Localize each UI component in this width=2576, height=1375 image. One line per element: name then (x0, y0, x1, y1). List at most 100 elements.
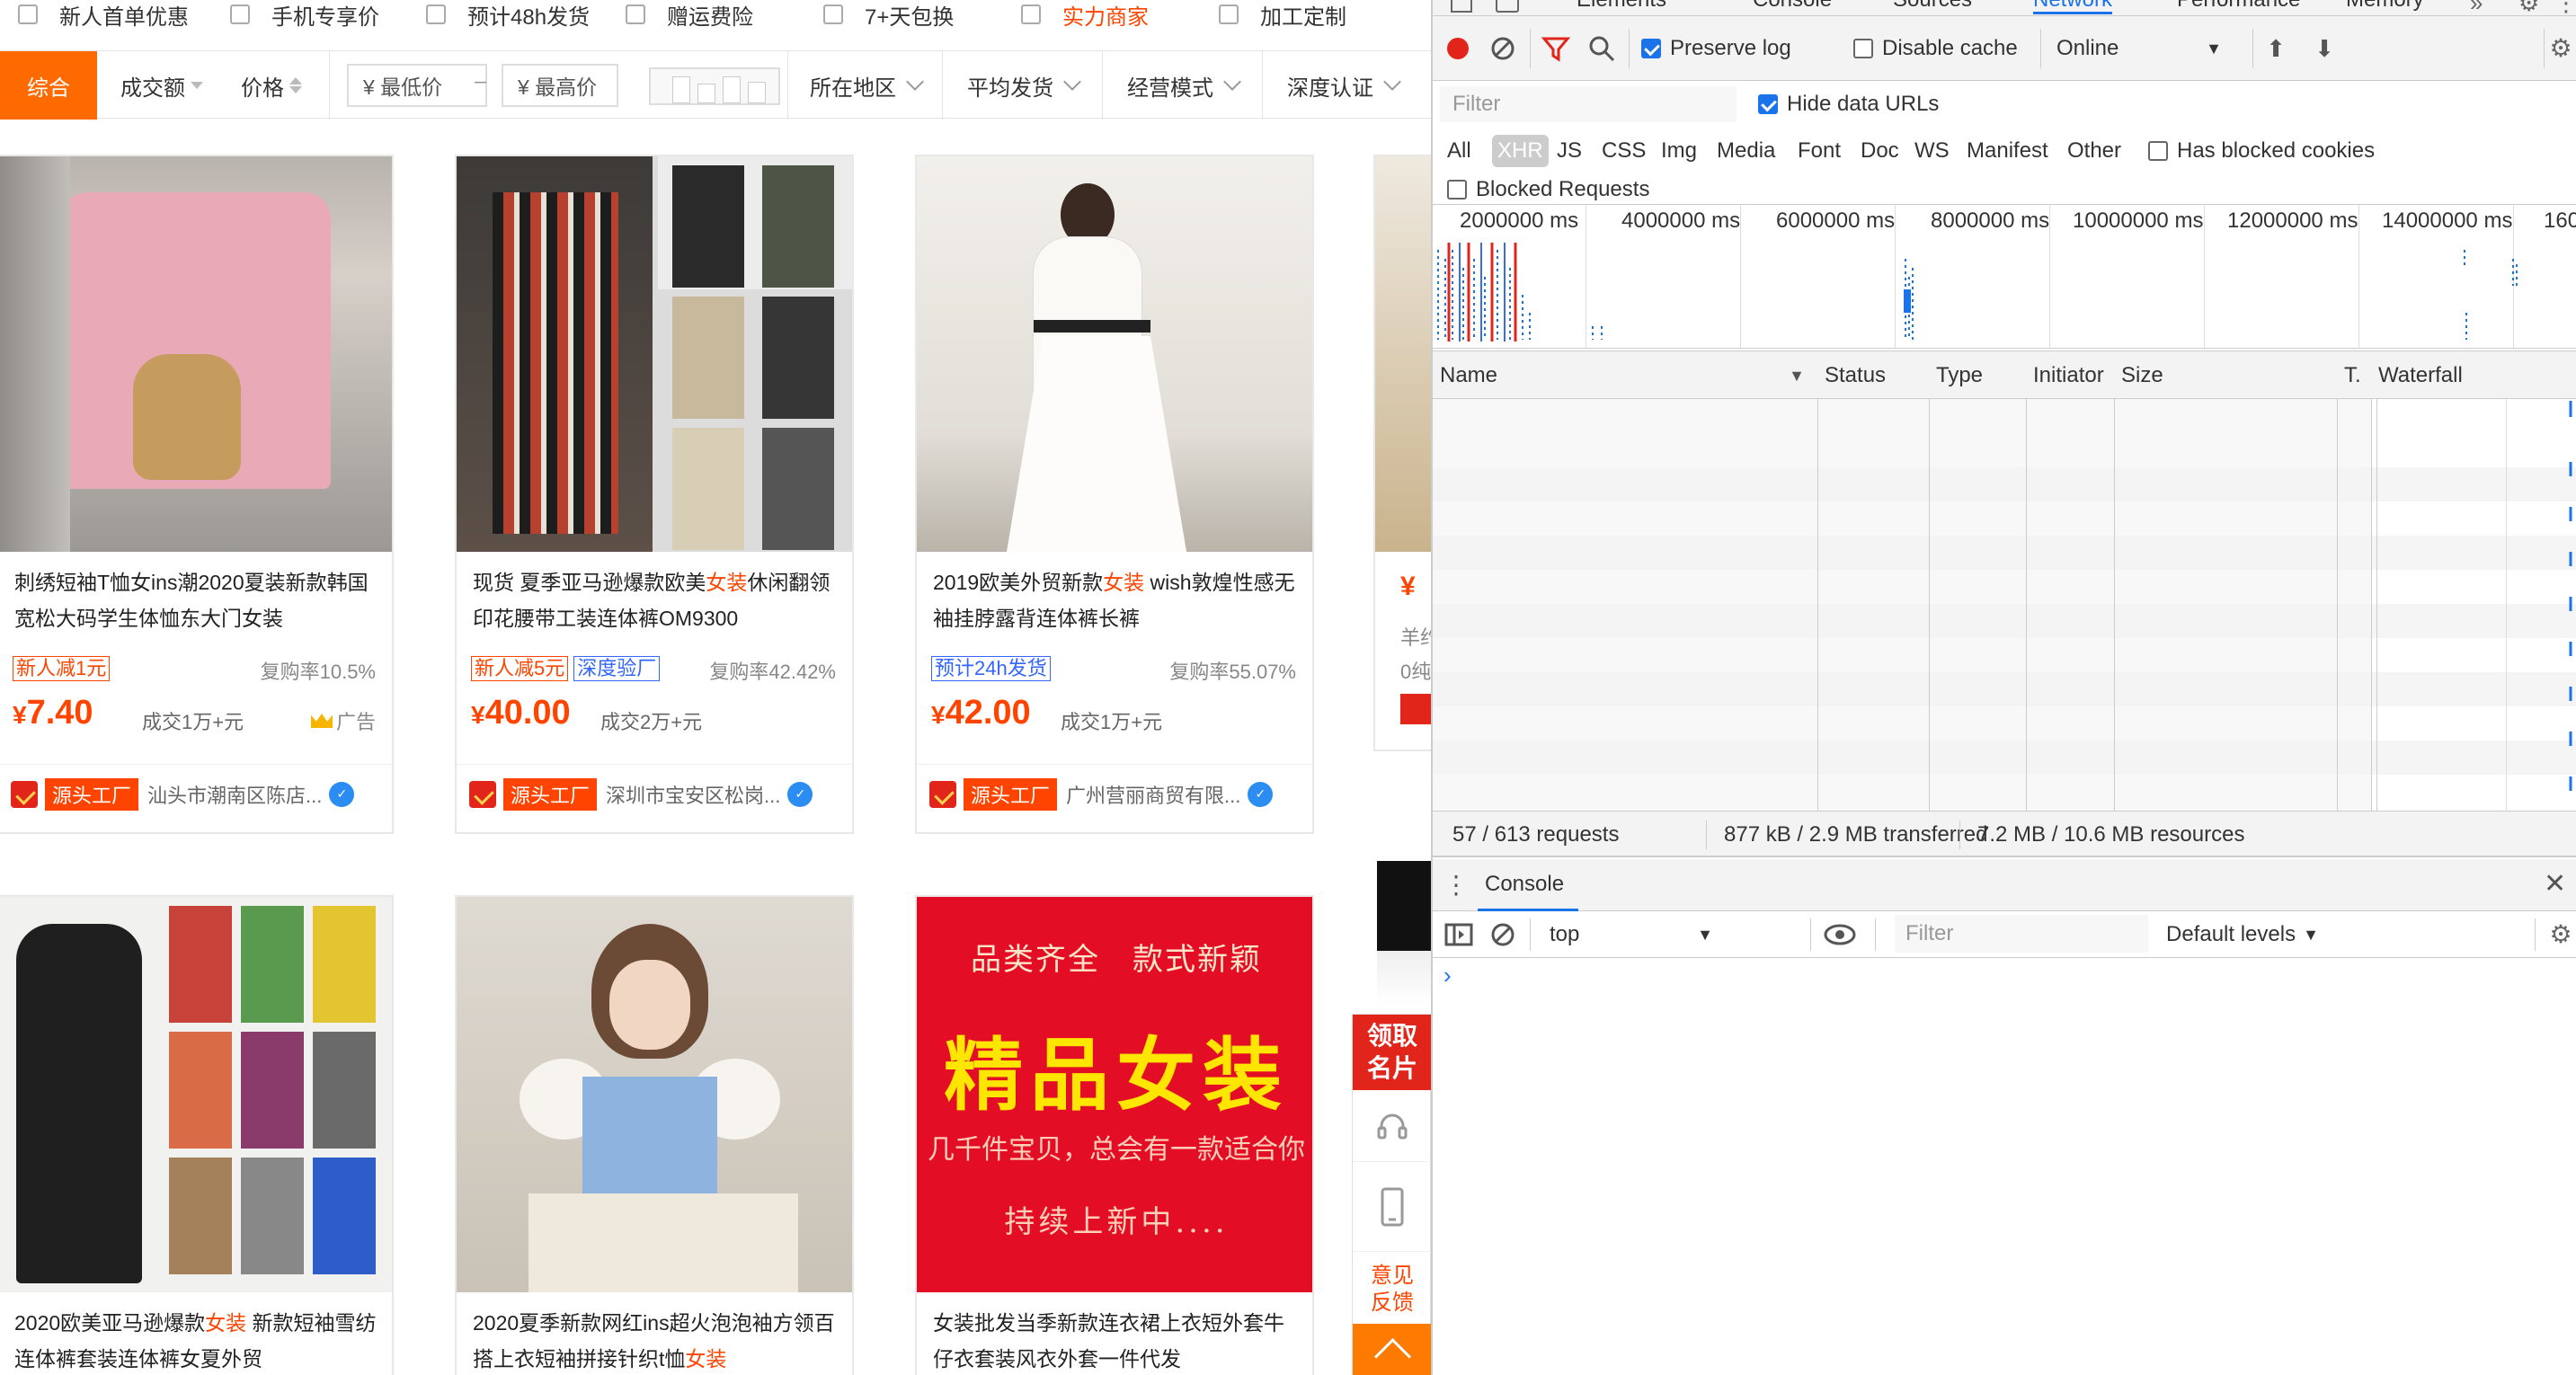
import-har-icon[interactable]: ⬆ (2260, 34, 2292, 63)
product-card-partial[interactable]: ¥ 羊约 0纯 (1373, 155, 1431, 751)
export-har-icon[interactable]: ⬇ (2308, 34, 2341, 63)
checkbox[interactable] (1853, 39, 1873, 58)
product-image[interactable] (0, 897, 392, 1292)
product-image[interactable] (1375, 156, 1431, 552)
product-title[interactable]: 现货 夏季亚马逊爆款欧美女装休闲翻领印花腰带工装连体裤OM9300 (473, 564, 843, 636)
checkbox[interactable] (1447, 180, 1467, 200)
mobile-phone-icon[interactable] (1353, 1162, 1431, 1252)
get-card-button[interactable]: 领取名片 (1353, 1015, 1431, 1090)
checkbox[interactable] (626, 4, 645, 24)
min-price-input[interactable]: ¥ 最低价 (347, 64, 487, 107)
region-dropdown[interactable]: 所在地区 (789, 51, 942, 120)
filter-48h-ship[interactable]: 预计48h发货 (426, 0, 590, 30)
filter-new-user[interactable]: 新人首单优惠 (18, 0, 189, 30)
log-levels-select[interactable]: Default levels ▼ (2166, 911, 2319, 958)
product-card[interactable]: 2020欧美亚马逊爆款女装 新款短袖雪纺连体裤套装连体裤女夏外贸 (0, 895, 394, 1375)
type-doc[interactable]: Doc (1861, 135, 1899, 167)
seller-row[interactable]: 源头工厂 广州营丽商贸有限... ✓ (917, 764, 1312, 823)
checkbox[interactable] (426, 4, 446, 24)
filter-7day-exchange[interactable]: 7+天包换 (823, 0, 954, 30)
type-ws[interactable]: WS (1914, 135, 1950, 167)
product-card[interactable]: 2019欧美外贸新款女装 wish敦煌性感无袖挂脖露背连体裤长裤 预计24h发货… (915, 155, 1314, 834)
column-name-header[interactable]: Name ▼ (1433, 351, 1817, 400)
checkbox[interactable] (18, 4, 38, 24)
type-media[interactable]: Media (1717, 135, 1775, 167)
drawer-tab-console[interactable]: Console (1485, 872, 1564, 897)
filter-freight-insurance[interactable]: 赠运费险 (626, 0, 753, 30)
gear-icon[interactable]: ⚙ (2518, 0, 2539, 17)
context-select[interactable]: top ▼ (1539, 911, 1729, 958)
close-icon[interactable]: ✕ (2544, 868, 2566, 900)
product-card[interactable]: 品类齐全 款式新颖 精品女装 几千件宝贝，总会有一款适合你 持续上新中.... … (915, 895, 1314, 1375)
filter-mobile-price[interactable]: 手机专享价 (230, 0, 379, 30)
filter-icon[interactable] (1541, 34, 1571, 63)
seller-row[interactable]: 源头工厂 深圳市宝安区松岗... ✓ (457, 764, 852, 823)
type-manifest[interactable]: Manifest (1967, 135, 2048, 167)
sort-by-price[interactable]: 价格 (234, 51, 309, 120)
checkbox[interactable] (230, 4, 250, 24)
filter-strong-merchant[interactable]: 实力商家 (1021, 0, 1149, 30)
preserve-log-toggle[interactable]: Preserve log (1641, 16, 1791, 81)
type-xhr[interactable]: XHR (1492, 135, 1549, 167)
column-size-header[interactable]: Size (2114, 351, 2337, 400)
seller-row[interactable]: 源头工厂 汕头市潮南区陈店... ✓ (0, 764, 392, 823)
console-prompt[interactable]: › (1443, 962, 1452, 989)
checkbox-checked[interactable] (1641, 39, 1661, 58)
network-filter-input[interactable]: Filter (1440, 86, 1737, 122)
throttling-select[interactable]: Online ▼ (2056, 16, 2236, 81)
business-mode-dropdown[interactable]: 经营模式 (1104, 51, 1262, 120)
seller-name[interactable]: 汕头市潮南区陈店... (147, 780, 322, 809)
seller-name[interactable]: 广州营丽商贸有限... (1066, 780, 1240, 809)
feedback-button[interactable]: 意见反馈 (1353, 1252, 1431, 1324)
product-title[interactable]: 2020夏季新款网红ins超火泡泡袖方领百搭上衣短袖拼接针织t恤女装 (473, 1305, 843, 1375)
disable-cache-toggle[interactable]: Disable cache (1853, 16, 2018, 81)
tab-performance[interactable]: Performance (2177, 0, 2300, 13)
blocked-requests-toggle[interactable]: Blocked Requests (1447, 174, 1649, 205)
sort-comprehensive[interactable]: 综合 (0, 51, 97, 120)
max-price-input[interactable]: ¥ 最高价 (502, 64, 618, 107)
checkbox[interactable] (1219, 4, 1239, 24)
type-font[interactable]: Font (1798, 135, 1841, 167)
console-settings-gear-icon[interactable]: ⚙ (2545, 918, 2576, 949)
product-image[interactable] (457, 897, 852, 1292)
type-all[interactable]: All (1447, 135, 1471, 167)
type-img[interactable]: Img (1661, 135, 1697, 167)
tab-sources[interactable]: Sources (1893, 0, 1972, 13)
checkbox[interactable] (823, 4, 843, 24)
kebab-menu-icon[interactable]: ⋮ (2554, 0, 2576, 17)
type-js[interactable]: JS (1557, 135, 1582, 167)
column-time-header[interactable]: T. (2337, 351, 2371, 400)
checkbox[interactable] (2148, 141, 2168, 161)
tab-memory[interactable]: Memory (2346, 0, 2424, 13)
column-status-header[interactable]: Status (1817, 351, 1929, 400)
record-button[interactable] (1443, 34, 1472, 63)
product-card[interactable]: 现货 夏季亚马逊爆款欧美女装休闲翻领印花腰带工装连体裤OM9300 新人减5元深… (455, 155, 854, 834)
requests-table-body[interactable] (1433, 399, 2576, 811)
product-image[interactable]: 品类齐全 款式新颖 精品女装 几千件宝贝，总会有一款适合你 持续上新中.... (917, 897, 1312, 1292)
tab-network[interactable]: Network (2033, 0, 2113, 14)
type-other[interactable]: Other (2067, 135, 2121, 167)
product-card[interactable]: 刺绣短袖T恤女ins潮2020夏装新款韩国宽松大码学生体恤东大门女装 新人减1元… (0, 155, 394, 834)
product-title[interactable]: 刺绣短袖T恤女ins潮2020夏装新款韩国宽松大码学生体恤东大门女装 (14, 564, 383, 636)
checkbox-checked[interactable] (1758, 94, 1778, 114)
column-waterfall-header[interactable]: Waterfall (2371, 351, 2576, 400)
type-css[interactable]: CSS (1602, 135, 1646, 167)
checkbox[interactable] (1021, 4, 1041, 24)
back-to-top-button[interactable] (1353, 1324, 1431, 1375)
tab-elements[interactable]: Elements (1577, 0, 1666, 13)
clear-console-icon[interactable] (1488, 920, 1517, 949)
device-toolbar-icon[interactable] (1496, 0, 1519, 13)
eye-icon[interactable] (1821, 920, 1859, 949)
has-blocked-cookies-toggle[interactable]: Has blocked cookies (2148, 128, 2375, 174)
product-title[interactable]: 2020欧美亚马逊爆款女装 新款短袖雪纺连体裤套装连体裤女夏外贸 (14, 1305, 383, 1375)
column-initiator-header[interactable]: Initiator (2026, 351, 2114, 400)
price-histogram-icon[interactable] (649, 67, 780, 105)
seller-name[interactable]: 深圳市宝安区松岗... (606, 780, 780, 809)
clear-icon[interactable] (1488, 34, 1517, 63)
network-overview-timeline[interactable]: 2000000 ms 4000000 ms 6000000 ms 8000000… (1433, 205, 2576, 349)
network-settings-gear-icon[interactable]: ⚙ (2545, 32, 2576, 63)
product-image[interactable] (457, 156, 852, 552)
product-image[interactable] (0, 156, 392, 552)
drawer-menu-icon[interactable]: ⋮ (1443, 870, 1469, 900)
sort-by-volume[interactable]: 成交额 (115, 51, 209, 120)
